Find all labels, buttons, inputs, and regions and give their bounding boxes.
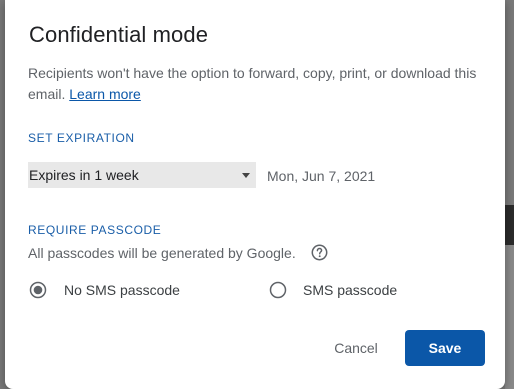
backdrop-edge-light bbox=[505, 245, 514, 389]
passcode-note: All passcodes will be generated by Googl… bbox=[28, 245, 296, 261]
backdrop-edge-dark bbox=[505, 205, 514, 245]
set-expiration-label: SET EXPIRATION bbox=[28, 131, 135, 145]
save-button[interactable]: Save bbox=[405, 330, 485, 366]
expiration-select[interactable]: Expires in 1 week bbox=[28, 162, 256, 188]
sms-passcode-label[interactable]: SMS passcode bbox=[303, 282, 397, 298]
confidential-mode-dialog: Confidential mode Recipients won't have … bbox=[5, 0, 505, 389]
dialog-title: Confidential mode bbox=[29, 22, 209, 47]
learn-more-link[interactable]: Learn more bbox=[69, 86, 141, 102]
cancel-button[interactable]: Cancel bbox=[317, 330, 395, 366]
expiry-date: Mon, Jun 7, 2021 bbox=[267, 168, 376, 184]
sms-passcode-radio[interactable] bbox=[269, 281, 287, 299]
expiration-selected-value: Expires in 1 week bbox=[29, 167, 139, 183]
require-passcode-label: REQUIRE PASSCODE bbox=[28, 223, 162, 237]
no-sms-passcode-radio[interactable] bbox=[29, 281, 47, 299]
caret-down-icon bbox=[242, 173, 250, 178]
dialog-description: Recipients won't have the option to forw… bbox=[28, 63, 478, 105]
help-circle-icon[interactable] bbox=[311, 244, 328, 261]
no-sms-passcode-label[interactable]: No SMS passcode bbox=[64, 282, 180, 298]
